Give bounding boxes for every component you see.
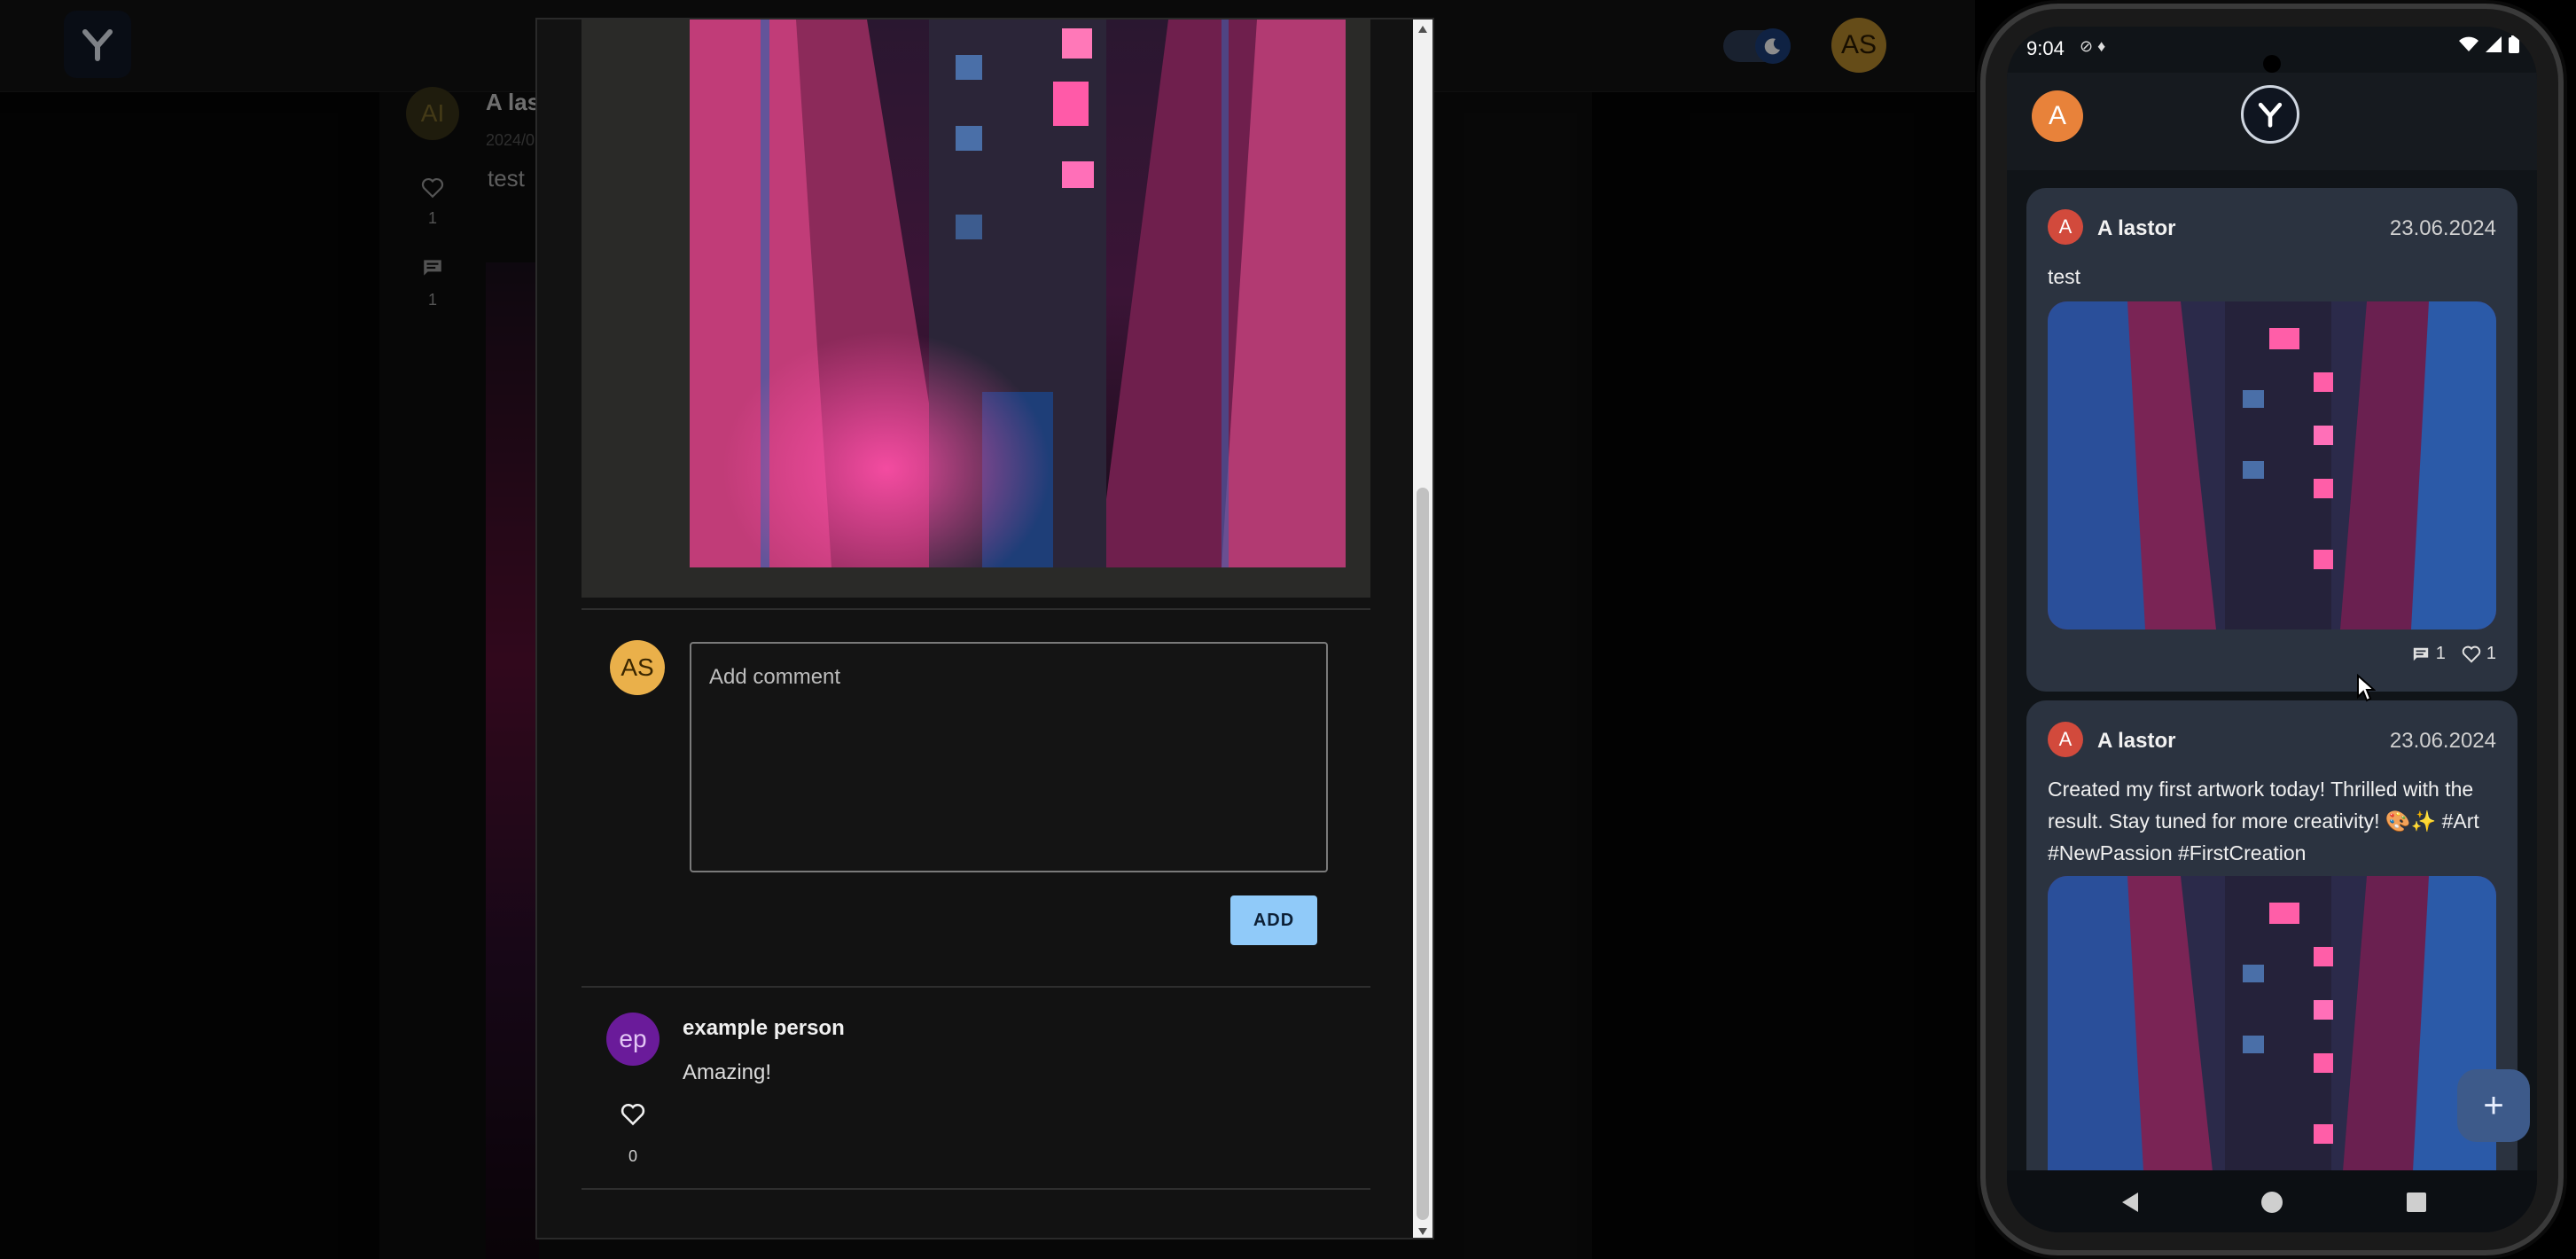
divider — [582, 986, 1370, 988]
new-post-button[interactable]: + — [2457, 1069, 2530, 1142]
post-comment-count: 1 — [2435, 644, 2446, 663]
comment-input[interactable] — [690, 642, 1328, 872]
post-date: 23.06.2024 — [2389, 216, 2496, 240]
scroll-up-icon[interactable] — [1413, 20, 1432, 39]
current-user-avatar: AS — [610, 640, 665, 695]
post-like-count: 1 — [2486, 644, 2496, 663]
divider — [582, 1188, 1370, 1190]
post-card[interactable]: A A lastor 23.06.2024 Created my first a… — [2026, 700, 2517, 1181]
post-date: 23.06.2024 — [2389, 729, 2496, 753]
post-card[interactable]: A A lastor 23.06.2024 test 1 1 — [2026, 188, 2517, 692]
phone-app-logo[interactable] — [2241, 85, 2299, 144]
scroll-down-icon[interactable] — [1413, 1222, 1432, 1238]
post-author-avatar: A — [2048, 209, 2083, 245]
post-image[interactable] — [2048, 301, 2496, 630]
phone-emulator: 9:04 ⊘ ♦ A A A lastor 23.06.2024 test 1 … — [1980, 4, 2564, 1255]
post-text: test — [2048, 265, 2081, 288]
phone-user-avatar[interactable]: A — [2032, 90, 2083, 142]
comment-author: example person — [683, 1016, 845, 1040]
add-comment-button[interactable]: ADD — [1230, 895, 1317, 945]
post-image — [690, 20, 1346, 567]
comment-icon — [2413, 647, 2428, 661]
commenter-avatar: ep — [606, 1013, 660, 1066]
post-author: A lastor — [2097, 216, 2176, 240]
nav-recents-icon[interactable] — [2400, 1186, 2432, 1218]
post-text: Created my first artwork today! Thrilled… — [2048, 778, 2479, 864]
dialog-scrollbar[interactable] — [1413, 20, 1432, 1238]
heart-icon — [621, 1103, 645, 1126]
post-likes[interactable]: 1 — [2462, 644, 2496, 664]
post-comments[interactable]: 1 — [2411, 644, 2446, 664]
status-system-icons — [2459, 35, 2519, 53]
post-dialog: AS ADD ep example person Amazing! 0 — [535, 18, 1434, 1239]
logo-icon — [2258, 102, 2283, 128]
signal-icon — [2486, 36, 2502, 52]
nav-back-icon[interactable] — [2113, 1186, 2145, 1218]
divider — [582, 608, 1370, 610]
nav-home-icon[interactable] — [2256, 1186, 2288, 1218]
phone-feed[interactable]: A A lastor 23.06.2024 test 1 1 A A lasto… — [2007, 170, 2537, 1181]
comment-like-count: 0 — [628, 1147, 637, 1165]
android-nav-bar — [2007, 1170, 2537, 1232]
heart-icon — [2462, 645, 2481, 663]
post-stats: 1 1 — [2411, 644, 2496, 664]
post-author: A lastor — [2097, 729, 2176, 753]
battery-icon — [2509, 35, 2519, 53]
front-camera — [2263, 55, 2281, 73]
phone-screen: 9:04 ⊘ ♦ A A A lastor 23.06.2024 test 1 … — [2007, 27, 2537, 1232]
wifi-icon — [2459, 36, 2478, 51]
post-author-avatar: A — [2048, 722, 2083, 757]
phone-app-bar: A — [2007, 73, 2537, 170]
mouse-cursor-icon — [2356, 673, 2377, 707]
status-notification-icons: ⊘ ♦ — [2080, 37, 2106, 55]
post-image[interactable] — [2048, 876, 2496, 1181]
comment-text: Amazing! — [683, 1060, 772, 1084]
status-time: 9:04 — [2026, 37, 2065, 59]
comment-like-button[interactable] — [617, 1103, 649, 1126]
scrollbar-thumb[interactable] — [1417, 488, 1429, 1220]
